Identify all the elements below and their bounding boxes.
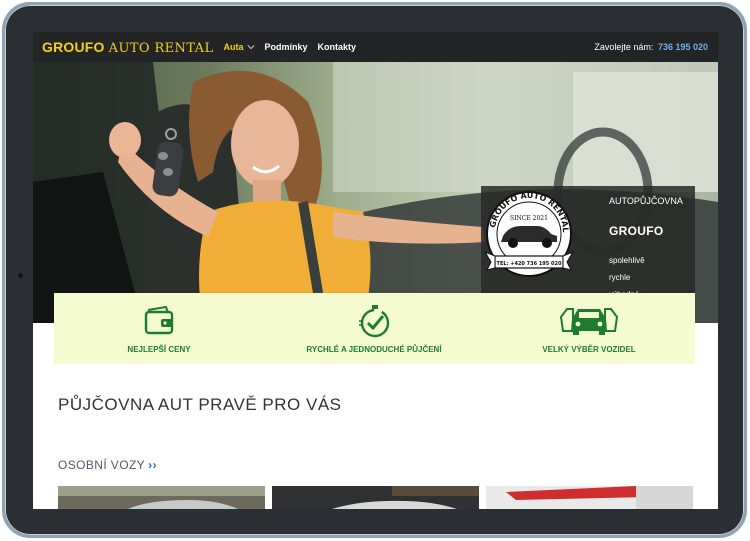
nav-item-kontakty[interactable]: Kontakty	[318, 42, 357, 52]
nav-item-label: Kontakty	[317, 42, 357, 52]
info-line-fast: rychle	[609, 273, 631, 282]
nav-item-label: Auta	[223, 42, 244, 52]
feature-label: RYCHLÉ A JEDNODUCHÉ PŮJČENÍ	[306, 345, 442, 354]
call-us: Zavolejte nám: 736 195 020	[594, 42, 708, 52]
camera-dot	[18, 273, 23, 278]
feature-large-selection: VELKÝ VÝBĚR VOZIDEL	[484, 293, 694, 364]
info-title: AUTOPŮJČOVNA	[609, 196, 683, 206]
features-strip: NEJLEPŠÍ CENY RYCHLÉ A JEDNODUCHÉ PŮJČEN…	[54, 293, 695, 364]
badge-since: SINCE 2021	[510, 215, 548, 222]
car-thumbnail[interactable]	[58, 486, 265, 509]
car-gallery	[58, 486, 694, 509]
call-label: Zavolejte nám:	[594, 42, 654, 52]
screen: GROUFO AUTO RENTAL Auta Podmínky Kontakty…	[33, 32, 718, 509]
info-line-reliable: spolehlivě	[609, 256, 645, 265]
badge-phone: TEL: +420 736 195 020	[497, 261, 562, 267]
feature-best-prices: NEJLEPŠÍ CENY	[54, 293, 264, 364]
cars-icon	[559, 308, 619, 335]
car-photo	[58, 486, 265, 509]
logo-brand: GROUFO	[42, 38, 105, 55]
passenger-cars-link[interactable]: OSOBNÍ VOZY ››	[58, 458, 157, 472]
logo-rest: AUTO RENTAL	[108, 40, 214, 56]
page-title: PŮJČOVNA AUT PRAVĚ PRO VÁS	[58, 395, 342, 414]
navbar: GROUFO AUTO RENTAL Auta Podmínky Kontakty…	[33, 32, 718, 62]
site-logo[interactable]: GROUFO AUTO RENTAL	[42, 39, 214, 56]
feature-label: NEJLEPŠÍ CENY	[127, 345, 191, 354]
chevron-down-icon	[246, 45, 255, 50]
subtitle-label: OSOBNÍ VOZY	[58, 458, 146, 472]
stopwatch-check-icon	[359, 305, 390, 338]
info-name: GROUFO	[609, 224, 664, 238]
nav-item-label: Podmínky	[264, 42, 308, 52]
hero-banner: GROUFO AUTO RENTAL SINCE 2021 TEL: +420 …	[33, 62, 718, 323]
car-thumbnail[interactable]	[486, 486, 693, 509]
feature-fast-rental: RYCHLÉ A JEDNODUCHÉ PŮJČENÍ	[269, 293, 479, 364]
feature-label: VELKÝ VÝBĚR VOZIDEL	[542, 345, 636, 354]
phone-link[interactable]: 736 195 020	[658, 42, 708, 52]
car-photo	[272, 486, 479, 509]
car-thumbnail[interactable]	[272, 486, 479, 509]
nav-menu: Auta Podmínky Kontakty	[224, 42, 357, 52]
nav-item-auta[interactable]: Auta	[224, 42, 255, 52]
nav-item-podminky[interactable]: Podmínky	[265, 42, 308, 52]
wallet-icon	[144, 305, 174, 335]
brand-badge-logo: GROUFO AUTO RENTAL SINCE 2021 TEL: +420 …	[483, 191, 575, 277]
car-photo	[486, 486, 693, 509]
double-chevron-right-icon: ››	[148, 458, 157, 472]
